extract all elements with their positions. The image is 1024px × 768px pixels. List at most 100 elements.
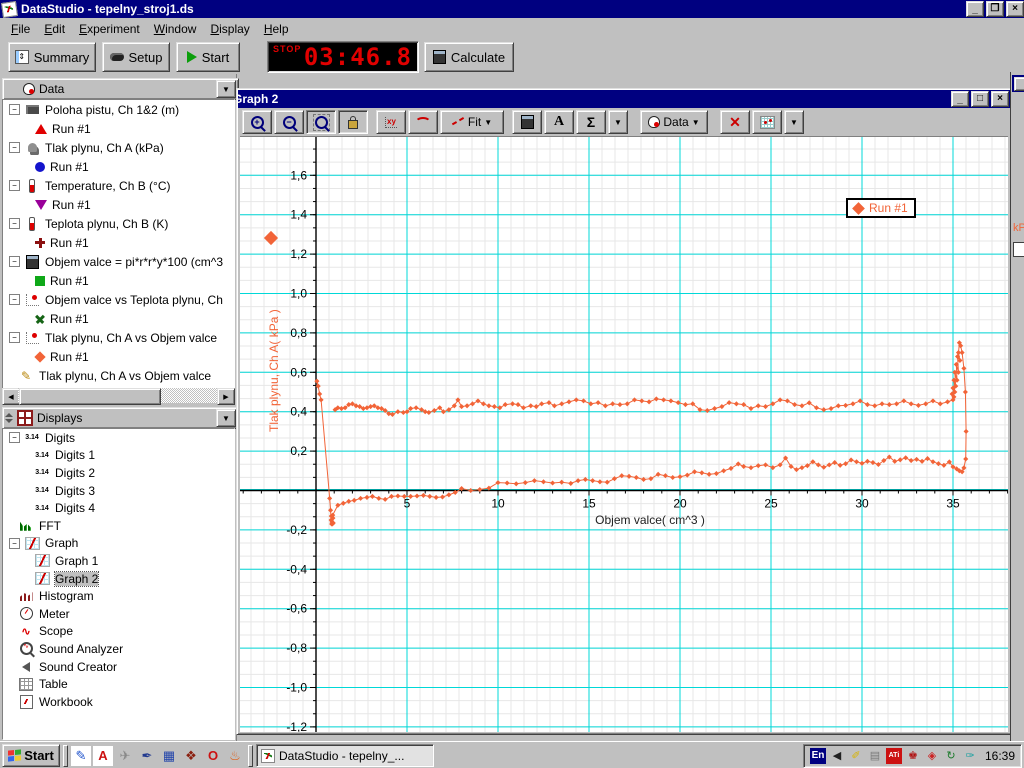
graph-settings-menu-button[interactable]: ▼ — [784, 110, 804, 134]
run-item[interactable]: Run #1 — [3, 157, 234, 176]
display-item-sound-creator[interactable]: Sound Creator — [3, 658, 234, 676]
task-button-datastudio[interactable]: DataStudio - tepelny_... — [256, 744, 434, 767]
graph-close-button[interactable]: × — [991, 91, 1009, 107]
data-tree-hscrollbar[interactable]: ◀ ▶ — [2, 388, 233, 405]
start-button[interactable]: Start — [2, 744, 60, 767]
run-item[interactable]: Run #1 — [3, 119, 234, 138]
calculator-icon[interactable]: ▦ — [159, 746, 179, 766]
scroll-right-button[interactable]: ▶ — [217, 388, 235, 405]
delete-button[interactable]: ✕ — [720, 110, 750, 134]
zoom-select-button[interactable] — [306, 110, 336, 134]
displays-panel-header[interactable]: Displays ▼ — [2, 407, 239, 429]
smart-cursor-button[interactable]: xy — [376, 110, 406, 134]
paint-icon[interactable]: ✐ — [848, 748, 864, 764]
scheduler-icon[interactable]: ▤ — [867, 748, 883, 764]
menu-item-file[interactable]: File — [4, 20, 37, 38]
display-item-workbook[interactable]: Workbook — [3, 693, 234, 711]
graph-settings-button[interactable] — [752, 110, 782, 134]
axes-lock-button[interactable] — [338, 110, 368, 134]
legend[interactable]: Run #1 — [846, 198, 916, 218]
acrobat-icon[interactable]: A — [93, 746, 113, 766]
close-button[interactable]: × — [1006, 1, 1024, 17]
data-source-item[interactable]: −Objem valce = pi*r*r*y*100 (cm^3 — [3, 252, 234, 271]
draw-pen-icon[interactable]: ✑ — [962, 748, 978, 764]
calculate-button[interactable]: Calculate — [424, 42, 514, 72]
minimize-button[interactable]: _ — [966, 1, 984, 17]
scrollbar-thumb[interactable] — [19, 388, 161, 405]
menu-item-help[interactable]: Help — [257, 20, 296, 38]
display-item-digits-3[interactable]: 3.14Digits 3 — [3, 482, 234, 500]
background-window-sliver[interactable]: kP — [1010, 72, 1024, 741]
chart-area[interactable]: 51015202530351,61,41,21,00,80,60,40,2-0,… — [240, 136, 1008, 732]
run-item[interactable]: Run #1 — [3, 347, 234, 366]
fit-menu-button[interactable]: Fit▼ — [440, 110, 504, 134]
notes-icon[interactable]: ✎ — [71, 746, 91, 766]
volume-icon[interactable]: ◀ — [829, 748, 845, 764]
expand-box-icon[interactable]: − — [9, 432, 20, 443]
statistics-button[interactable]: Σ — [576, 110, 606, 134]
text-annotation-button[interactable]: A — [544, 110, 574, 134]
data-source-item[interactable]: −Tlak plynu, Ch A (kPa) — [3, 138, 234, 157]
restore-button[interactable]: ❐ — [986, 1, 1004, 17]
display-item-sound-analyzer[interactable]: ∿Sound Analyzer — [3, 640, 234, 658]
run-item[interactable]: Run #1 — [3, 195, 234, 214]
start-button-toolbar[interactable]: Start — [176, 42, 240, 72]
menu-item-experiment[interactable]: Experiment — [72, 20, 147, 38]
bird-icon[interactable]: ✈ — [115, 746, 135, 766]
dragon-icon[interactable]: ❖ — [181, 746, 201, 766]
calculator-button[interactable] — [512, 110, 542, 134]
display-item-graph-2[interactable]: Graph 2 — [3, 570, 234, 588]
display-item-fft[interactable]: FFT — [3, 517, 234, 535]
graph-maximize-button[interactable]: □ — [971, 91, 989, 107]
zoom-out-button[interactable]: − — [274, 110, 304, 134]
data-source-item[interactable]: −Temperature, Ch B (°C) — [3, 176, 234, 195]
run-item[interactable]: Run #1 — [3, 309, 234, 328]
expand-box-icon[interactable]: − — [9, 256, 20, 267]
data-source-item[interactable]: −Poloha pistu, Ch 1&2 (m) — [3, 100, 234, 119]
run-item[interactable]: Run #1 — [3, 271, 234, 290]
display-item-graph-1[interactable]: Graph 1 — [3, 552, 234, 570]
slope-tool-button[interactable] — [408, 110, 438, 134]
display-item-table[interactable]: Table — [3, 675, 234, 693]
ati-icon[interactable]: ATi — [886, 748, 902, 764]
pen-icon[interactable]: ✒ — [137, 746, 157, 766]
graph-titlebar[interactable]: Graph 2 _ □ × — [238, 90, 1010, 108]
data-source-item[interactable]: ✎Tlak plynu, Ch A vs Objem valce — [3, 366, 234, 385]
graph-minimize-button[interactable]: _ — [951, 91, 969, 107]
data-source-item[interactable]: −Objem valce vs Teplota plynu, Ch — [3, 290, 234, 309]
data-menu-button[interactable]: Data▼ — [640, 110, 708, 134]
run-item[interactable]: Run #1 — [3, 233, 234, 252]
display-item-digits-1[interactable]: 3.14Digits 1 — [3, 447, 234, 465]
statistics-menu-button[interactable]: ▼ — [608, 110, 628, 134]
menu-item-window[interactable]: Window — [147, 20, 204, 38]
expand-box-icon[interactable]: − — [9, 538, 20, 549]
sync-icon[interactable]: ↻ — [943, 748, 959, 764]
data-panel-header[interactable]: Data ▼ — [2, 78, 239, 100]
expand-box-icon[interactable]: − — [9, 104, 20, 115]
opera-icon[interactable]: O — [203, 746, 223, 766]
displays-dropdown-button[interactable]: ▼ — [216, 409, 236, 427]
setup-button[interactable]: Setup — [102, 42, 170, 72]
expand-box-icon[interactable]: − — [9, 180, 20, 191]
display-item-digits[interactable]: −3.14Digits — [3, 429, 234, 447]
chart-plot[interactable]: 51015202530351,61,41,21,00,80,60,40,2-0,… — [240, 137, 1008, 732]
data-dropdown-button[interactable]: ▼ — [216, 80, 236, 98]
display-item-meter[interactable]: Meter — [3, 605, 234, 623]
fire-icon[interactable]: ♨ — [225, 746, 245, 766]
display-item-digits-2[interactable]: 3.14Digits 2 — [3, 464, 234, 482]
display-item-scope[interactable]: ∿Scope — [3, 623, 234, 641]
display-item-histogram[interactable]: Histogram — [3, 587, 234, 605]
data-source-item[interactable]: −Tlak plynu, Ch A vs Objem valce — [3, 328, 234, 347]
expand-box-icon[interactable]: − — [9, 218, 20, 229]
display-item-graph[interactable]: −Graph — [3, 535, 234, 553]
data-source-item[interactable]: −Teplota plynu, Ch B (K) — [3, 214, 234, 233]
summary-button[interactable]: ⇕ Summary — [8, 42, 96, 72]
expand-box-icon[interactable]: − — [9, 294, 20, 305]
creature-icon[interactable]: ♚ — [905, 748, 921, 764]
expand-box-icon[interactable]: − — [9, 142, 20, 153]
language-indicator[interactable]: En — [810, 748, 826, 764]
zoom-in-button[interactable]: + — [242, 110, 272, 134]
menu-item-edit[interactable]: Edit — [37, 20, 72, 38]
flash-icon[interactable]: ◈ — [924, 748, 940, 764]
menu-item-display[interactable]: Display — [203, 20, 256, 38]
